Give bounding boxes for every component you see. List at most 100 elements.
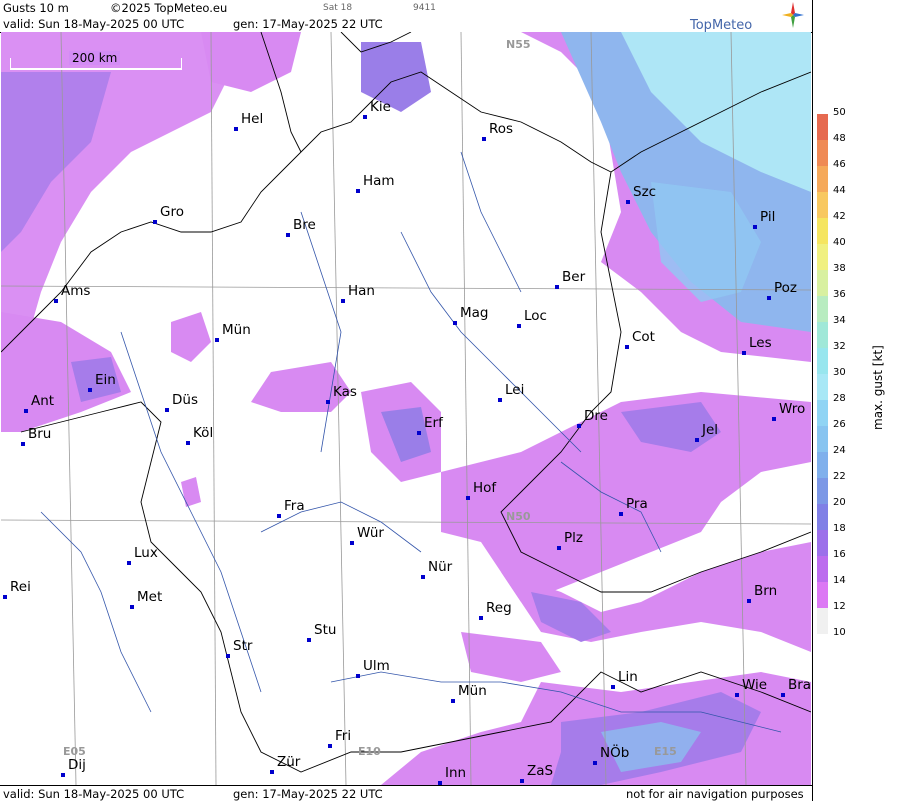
city-label: Pra — [626, 496, 648, 512]
legend-tick: 50 — [833, 107, 846, 118]
city-dot-icon — [451, 699, 455, 703]
legend-tick: 14 — [833, 575, 846, 586]
city-dot-icon — [466, 496, 470, 500]
footer-gen: gen: 17-May-2025 22 UTC — [233, 787, 383, 801]
compass-star-icon — [782, 2, 804, 28]
legend-color-box — [817, 218, 828, 244]
city-label: Reg — [486, 600, 512, 616]
legend-tick: 38 — [833, 263, 846, 274]
legend-tick: 26 — [833, 419, 846, 430]
header-row-1: Gusts 10 m ©2025 TopMeteo.eu Sat 18 9411 — [0, 0, 812, 16]
city-label: Düs — [172, 392, 198, 408]
legend-color-box — [817, 582, 828, 608]
legend-tick: 36 — [833, 289, 846, 300]
city-dot-icon — [234, 127, 238, 131]
city-dot-icon — [286, 233, 290, 237]
city-dot-icon — [619, 512, 623, 516]
city-label: Ros — [489, 121, 514, 137]
city-dot-icon — [363, 115, 367, 119]
gust-field — [1, 32, 811, 785]
city-dot-icon — [24, 409, 28, 413]
city-dot-icon — [625, 345, 629, 349]
city-label: Wür — [357, 525, 384, 541]
city-dot-icon — [626, 200, 630, 204]
scale-label: 200 km — [69, 51, 121, 65]
city-dot-icon — [735, 693, 739, 697]
city-label: Wro — [779, 401, 806, 417]
city-label: Kas — [333, 384, 357, 400]
city-label: Fra — [284, 498, 305, 514]
city-dot-icon — [3, 595, 7, 599]
city-label: Loc — [524, 308, 547, 324]
legend-color-box — [817, 270, 828, 296]
footer-row: valid: Sun 18-May-2025 00 UTC gen: 17-Ma… — [0, 785, 812, 802]
legend-tick: 28 — [833, 393, 846, 404]
city-dot-icon — [61, 773, 65, 777]
city-label: Ber — [562, 269, 586, 285]
city-dot-icon — [555, 285, 559, 289]
city-label: Dij — [68, 757, 86, 773]
weather-map[interactable]: 200 km N55 N50 E05 E10 E15 Hel Kie Ros Ham S… — [1, 32, 811, 785]
legend-tick: 46 — [833, 159, 846, 170]
city-dot-icon — [186, 441, 190, 445]
legend-tick: 22 — [833, 471, 846, 482]
legend-tick: 32 — [833, 341, 846, 352]
city-dot-icon — [593, 761, 597, 765]
legend-color-box — [817, 114, 828, 140]
city-label: Cot — [632, 329, 655, 345]
legend-color-box — [817, 530, 828, 556]
legend-color-box — [817, 374, 828, 400]
city-label: Poz — [774, 280, 798, 296]
city-dot-icon — [130, 605, 134, 609]
city-dot-icon — [277, 514, 281, 518]
legend-tick: 42 — [833, 211, 846, 222]
legend-color-box — [817, 426, 828, 452]
city-label: Jel — [702, 422, 719, 438]
city-dot-icon — [88, 388, 92, 392]
city-label: Lux — [134, 545, 158, 561]
city-label: Mün — [458, 683, 487, 699]
city-label: Hof — [473, 480, 497, 496]
legend-tick: 24 — [833, 445, 846, 456]
city-dot-icon — [417, 431, 421, 435]
city-label: Han — [348, 283, 375, 299]
city-dot-icon — [742, 351, 746, 355]
city-label: Kie — [370, 99, 391, 115]
city-label: Plz — [564, 530, 583, 546]
gen-time: gen: 17-May-2025 22 UTC — [233, 17, 383, 31]
city-dot-icon — [421, 575, 425, 579]
city-dot-icon — [356, 674, 360, 678]
city-label: Nür — [428, 559, 453, 575]
city-label: Mag — [460, 305, 489, 321]
legend-tick: 10 — [833, 627, 846, 638]
city-label: Brn — [754, 583, 778, 599]
footer-valid: valid: Sun 18-May-2025 00 UTC — [3, 787, 185, 801]
legend-tick: 30 — [833, 367, 846, 378]
brand-name: TopMeteo — [690, 18, 753, 33]
topmeteo-logo: TopMeteo — [690, 2, 804, 33]
city-dot-icon — [517, 324, 521, 328]
legend-color-box — [817, 166, 828, 192]
city-label: Dre — [584, 408, 608, 424]
legend-tick: 16 — [833, 549, 846, 560]
grid-label-e15: E15 — [654, 745, 677, 758]
city-dot-icon — [21, 442, 25, 446]
city-dot-icon — [482, 137, 486, 141]
city-label: Les — [749, 335, 772, 351]
city-dot-icon — [695, 438, 699, 442]
city-dot-icon — [215, 338, 219, 342]
city-dot-icon — [341, 299, 345, 303]
city-dot-icon — [153, 220, 157, 224]
city-dot-icon — [226, 654, 230, 658]
city-label: Szc — [633, 184, 657, 200]
city-dot-icon — [453, 321, 457, 325]
city-label: Fri — [335, 728, 352, 744]
city-dot-icon — [772, 417, 776, 421]
legend-color-box — [817, 608, 828, 634]
city-dot-icon — [127, 561, 131, 565]
legend-color-box — [817, 192, 828, 218]
city-dot-icon — [520, 779, 524, 783]
city-dot-icon — [577, 424, 581, 428]
city-label: Gro — [160, 204, 184, 220]
city-label: Met — [137, 589, 163, 605]
